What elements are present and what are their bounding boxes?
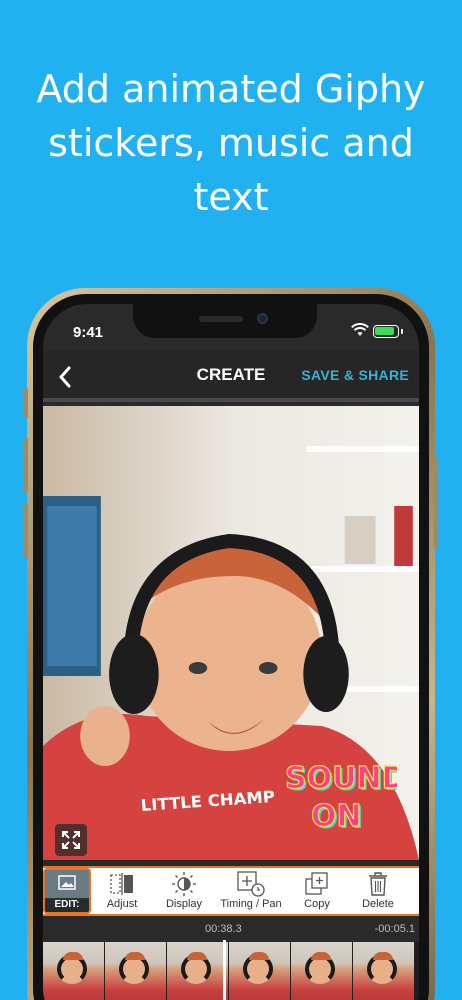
- brightness-icon: [172, 872, 196, 896]
- fullscreen-expand-button[interactable]: [55, 824, 87, 856]
- trash-icon: [369, 872, 387, 896]
- headline-line-1: Add animated Giphy: [36, 67, 426, 111]
- timeline-time-bar: 00:38.3 -00:05.1: [43, 918, 419, 942]
- battery-icon: [373, 325, 403, 338]
- expand-arrows-icon: [62, 831, 80, 849]
- phone-frame: 9:41 CREATE SAVE & SHARE LITTLE CHAMP SO…: [24, 288, 438, 1000]
- filmstrip-frame: [167, 942, 229, 1000]
- delete-tool-button[interactable]: Delete: [353, 870, 403, 914]
- adjust-icon: [110, 873, 133, 895]
- timing-pan-icon: [237, 871, 265, 897]
- timeline-filmstrip[interactable]: [43, 942, 419, 1000]
- save-share-button[interactable]: SAVE & SHARE: [301, 367, 409, 383]
- copy-tool-button[interactable]: Copy: [293, 870, 341, 914]
- current-time: 00:38.3: [205, 923, 242, 935]
- volume-down-button: [24, 503, 28, 558]
- volume-up-button: [24, 438, 28, 493]
- speaker-grille: [199, 316, 243, 322]
- headline-line-3: text: [193, 175, 269, 219]
- adjust-label: Adjust: [106, 898, 138, 910]
- edit-toolbar: EDIT: Adjust Display Timing / Pan Copy D…: [43, 866, 419, 916]
- headline-line-2: stickers, music and: [48, 121, 414, 165]
- display-label: Display: [165, 898, 203, 910]
- top-nav-bar: CREATE SAVE & SHARE: [43, 350, 419, 402]
- delete-label: Delete: [362, 898, 394, 910]
- timing-pan-label: Timing / Pan: [220, 898, 282, 910]
- wifi-icon: [351, 323, 369, 336]
- edit-thumbnail[interactable]: EDIT:: [43, 868, 91, 914]
- silent-switch: [24, 388, 28, 418]
- copy-icon: [305, 872, 328, 895]
- filmstrip-frame: [353, 942, 415, 1000]
- display-tool-button[interactable]: Display: [159, 870, 209, 914]
- preview-photo[interactable]: LITTLE CHAMP SOUND SOUND ON ON: [43, 406, 419, 860]
- sound-on-sticker[interactable]: SOUND SOUND ON ON: [281, 754, 397, 834]
- power-button: [434, 458, 438, 548]
- timeline-playhead[interactable]: [223, 940, 226, 1000]
- timing-pan-tool-button[interactable]: Timing / Pan: [215, 870, 287, 914]
- remaining-time: -00:05.1: [374, 923, 415, 935]
- edit-label: EDIT:: [45, 898, 89, 912]
- filmstrip-frame: [43, 942, 105, 1000]
- status-time: 9:41: [73, 324, 104, 341]
- adjust-tool-button[interactable]: Adjust: [99, 870, 145, 914]
- image-thumbnail-icon: [45, 870, 89, 900]
- front-camera: [257, 313, 268, 324]
- filmstrip-frame: [291, 942, 353, 1000]
- sticker-line-1: SOUND: [285, 761, 397, 796]
- sticker-line-2: ON: [311, 799, 362, 834]
- phone-screen: 9:41 CREATE SAVE & SHARE LITTLE CHAMP SO…: [43, 304, 419, 1000]
- copy-label: Copy: [304, 898, 330, 910]
- filmstrip-frame: [229, 942, 291, 1000]
- phone-bezel: 9:41 CREATE SAVE & SHARE LITTLE CHAMP SO…: [33, 294, 429, 1000]
- promo-headline: Add animated Giphy stickers, music and t…: [0, 62, 462, 224]
- filmstrip-frame: [105, 942, 167, 1000]
- notch: [133, 304, 317, 338]
